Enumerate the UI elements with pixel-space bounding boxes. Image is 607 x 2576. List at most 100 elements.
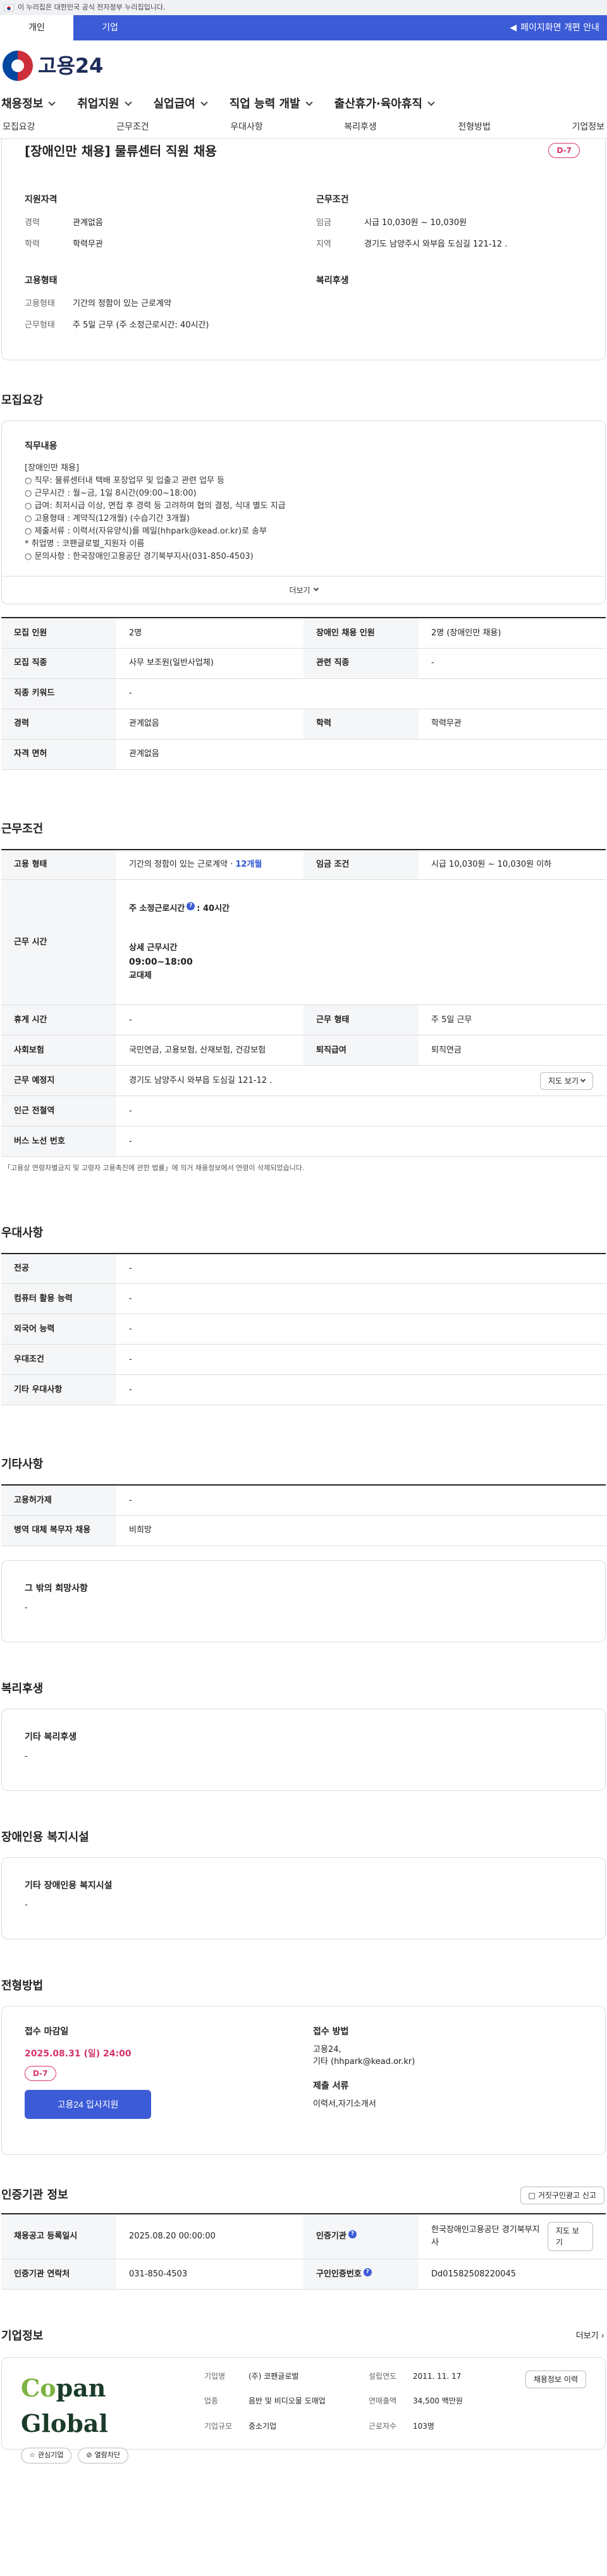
- company-logo: Copan Global: [21, 2374, 108, 2438]
- table-row: 근무 예정지 경기도 남양주시 와부읍 도심길 121-12 . 지도 보기: [1, 1065, 606, 1096]
- table-row: 사회보험 국민연금, 고용보험, 산재보험, 건강보험 퇴직급여 퇴직연금: [1, 1035, 606, 1066]
- section-title-selection: 전형방법: [1, 1979, 44, 1993]
- megaphone-icon: ◀: [510, 22, 517, 33]
- tab-personal[interactable]: 개인: [0, 15, 73, 40]
- table-row: 모집 인원 2명 장애인 채용 인원 2명 (장애인만 채용): [1, 618, 606, 649]
- table-row: 기타 우대사항 -: [1, 1374, 606, 1405]
- job-title: [장애인만 채용] 물류센터 직원 채용: [25, 143, 217, 159]
- table-row: 인증기관 연락처 031-850-4503 구인인증번호? Dd01582508220…: [1, 2259, 606, 2290]
- section-title-company: 기업정보: [1, 2329, 44, 2343]
- top-tabs: 개인 기업 ◀ 페이지화면 개편 안내: [0, 15, 607, 40]
- anchor-selection[interactable]: 전형방법: [458, 121, 491, 134]
- age-note: 「고용상 연령차별금지 및 고령자 고용촉진에 관한 법률」에 의거 채용정보에…: [4, 1164, 305, 1172]
- section-title-cert: 인증기관 정보: [1, 2188, 68, 2202]
- section-title-recruit: 모집요강: [1, 394, 44, 407]
- job-history-button[interactable]: 채용정보 이력: [525, 2371, 586, 2388]
- table-row: 인근 전철역 -: [1, 1096, 606, 1126]
- section-title-preference: 우대사항: [1, 1226, 44, 1240]
- table-row: 병역 대체 복무자 채용 비희망: [1, 1515, 606, 1546]
- gnb-item-parental-leave[interactable]: 출산휴가·육아휴직: [334, 95, 435, 113]
- chevron-down-icon: [200, 98, 208, 106]
- apply-button[interactable]: 고용24 입사지원: [25, 2089, 151, 2119]
- selection-box: 접수 마감일 2025.08.31 (일) 24:00 D-7 고용24 입사지…: [1, 2005, 606, 2155]
- duty-box: 직무내용 [장애인만 채용] ○ 직무: 물류센터내 택배 포장업무 및 입출고 …: [1, 420, 606, 604]
- info-icon[interactable]: ?: [363, 2268, 372, 2276]
- chevron-down-icon: [305, 98, 313, 106]
- chevron-down-icon: [48, 98, 56, 106]
- gnb-item-training[interactable]: 직업 능력 개발: [230, 95, 313, 113]
- star-icon: ☆: [29, 2451, 35, 2459]
- etc-wish-box: 그 밖의 희망사항 -: [1, 1560, 606, 1642]
- map-button[interactable]: 지도 보기: [540, 1071, 593, 1090]
- table-row: 채용공고 등록일시 2025.08.20 00:00:00 인증기관? 한국장애인고용…: [1, 2213, 606, 2259]
- condition-group: 근무조건 임금 시급 10,030원 ~ 10,030원 지역 경기도 남양주시 와…: [316, 195, 508, 249]
- cert-map-button[interactable]: 지도 보기: [547, 2221, 593, 2251]
- company-box: Copan Global ☆ 관심기업 ⊘ 열람차단 기업명 (주) 코팬글로벌 설립연…: [1, 2357, 606, 2463]
- renewal-notice-link[interactable]: ◀ 페이지화면 개편 안내: [510, 15, 607, 40]
- conditions-table: 고용 형태 기간의 정함이 있는 근로계약 · 12개월 임금 조건 시급 10,03…: [1, 848, 606, 1157]
- welfare-group: 복리후생: [316, 276, 349, 286]
- section-title-welfare: 복리후생: [1, 1682, 44, 1695]
- site-header: 고용24: [0, 40, 607, 91]
- preference-table: 전공 - 컴퓨터 활용 능력 - 외국어 능력 - 우대조건 - 기타 우대사항 -: [1, 1252, 606, 1405]
- table-row: 자격 면허 관계없음: [1, 739, 606, 770]
- block-view-button[interactable]: ⊘ 열람차단: [78, 2448, 129, 2463]
- table-row: 경력 관계없음 학력 학력무관: [1, 709, 606, 740]
- gnb-item-jobs[interactable]: 채용정보: [1, 95, 56, 113]
- job-summary-card: [장애인만 채용] 물류센터 직원 채용 D-7 지원자격 경력 관계없음 학력 학…: [1, 139, 606, 360]
- table-row: 근무 시간 주 소정근로시간?: 40시간 상세 근무시간 09:00~18:0…: [1, 879, 606, 1005]
- dday-badge: D-7: [25, 2065, 56, 2081]
- favorite-company-button[interactable]: ☆ 관심기업: [21, 2448, 72, 2463]
- chevron-down-icon: [124, 98, 132, 106]
- company-info-grid: 기업명 (주) 코팬글로벌 설립연도 2011. 11. 17 업종 음반 및 비디오물…: [204, 2372, 463, 2431]
- logo-emblem-icon[interactable]: [3, 51, 33, 81]
- anchor-company[interactable]: 기업정보: [572, 121, 604, 134]
- table-row: 고용허가제 -: [1, 1485, 606, 1516]
- table-row: 우대조건 -: [1, 1344, 606, 1375]
- info-icon[interactable]: ?: [187, 901, 195, 910]
- anchor-nav: 모집요강 근무조건 우대사항 복리후생 전형방법 기업정보: [0, 116, 607, 139]
- employment-group: 고용형태 고용형태 기간의 정함이 있는 근로계약 근무형태 주 5일 근무 (주 …: [25, 276, 209, 330]
- cert-table: 채용공고 등록일시 2025.08.20 00:00:00 인증기관? 한국장애인고용…: [1, 2213, 606, 2290]
- global-nav: 채용정보 취업지원 실업급여 직업 능력 개발 출산휴가·육아휴직: [0, 91, 607, 116]
- gnb-item-employment-support[interactable]: 취업지원: [77, 95, 132, 113]
- anchor-preference[interactable]: 우대사항: [230, 121, 263, 134]
- dday-badge: D-7: [548, 143, 580, 158]
- table-row: 모집 직종 사무 보조원(일반사업체) 관련 직종 -: [1, 648, 606, 679]
- korea-flag-icon: [4, 4, 14, 11]
- section-title-conditions: 근무조건: [1, 822, 44, 836]
- anchor-welfare[interactable]: 복리후생: [344, 121, 377, 134]
- tab-business[interactable]: 기업: [73, 15, 147, 40]
- gov-banner-text: 이 누리집은 대한민국 공식 전자정부 누리집입니다.: [18, 3, 166, 11]
- chevron-down-icon: [427, 98, 435, 106]
- gov-banner: 이 누리집은 대한민국 공식 전자정부 누리집입니다.: [0, 0, 607, 15]
- table-row: 휴게 시간 - 근무 형태 주 5일 근무: [1, 1004, 606, 1035]
- anchor-conditions[interactable]: 근무조건: [116, 121, 149, 134]
- chevron-down-icon: [313, 585, 319, 592]
- alert-icon: □: [528, 2190, 536, 2200]
- table-row: 버스 노선 번호 -: [1, 1126, 606, 1157]
- welfare-box: 기타 복리후생 -: [1, 1708, 606, 1791]
- section-title-disability: 장애인용 복지시설: [1, 1830, 89, 1844]
- company-more-link[interactable]: 더보기 ›: [576, 2330, 604, 2343]
- qualification-group: 지원자격 경력 관계없음 학력 학력무관: [25, 195, 103, 249]
- recruit-table: 모집 인원 2명 장애인 채용 인원 2명 (장애인만 채용) 모집 직종 사무 보조원…: [1, 617, 606, 770]
- report-fake-ad-button[interactable]: □ 거짓구인광고 신고: [520, 2186, 604, 2204]
- deadline-date: 2025.08.31 (일) 24:00: [25, 2048, 132, 2059]
- site-logo[interactable]: 고용24: [38, 51, 103, 81]
- table-row: 전공 -: [1, 1253, 606, 1284]
- etc-table: 고용허가제 - 병역 대체 복무자 채용 비희망: [1, 1484, 606, 1546]
- table-row: 외국어 능력 -: [1, 1314, 606, 1345]
- chevron-down-icon: [580, 1077, 586, 1082]
- table-row: 직종 키워드 -: [1, 678, 606, 709]
- block-icon: ⊘: [86, 2451, 92, 2459]
- more-button[interactable]: 더보기: [2, 576, 605, 604]
- disability-box: 기타 장애인용 복지시설 -: [1, 1857, 606, 1939]
- duty-text: [장애인만 채용] ○ 직무: 물류센터내 택배 포장업무 및 입출고 관련 업무…: [25, 463, 286, 561]
- info-icon[interactable]: ?: [348, 2230, 357, 2238]
- section-title-etc: 기타사항: [1, 1458, 44, 1471]
- anchor-recruit[interactable]: 모집요강: [3, 121, 35, 134]
- table-row: 고용 형태 기간의 정함이 있는 근로계약 · 12개월 임금 조건 시급 10,03…: [1, 849, 606, 880]
- table-row: 컴퓨터 활용 능력 -: [1, 1283, 606, 1314]
- gnb-item-unemployment[interactable]: 실업급여: [154, 95, 208, 113]
